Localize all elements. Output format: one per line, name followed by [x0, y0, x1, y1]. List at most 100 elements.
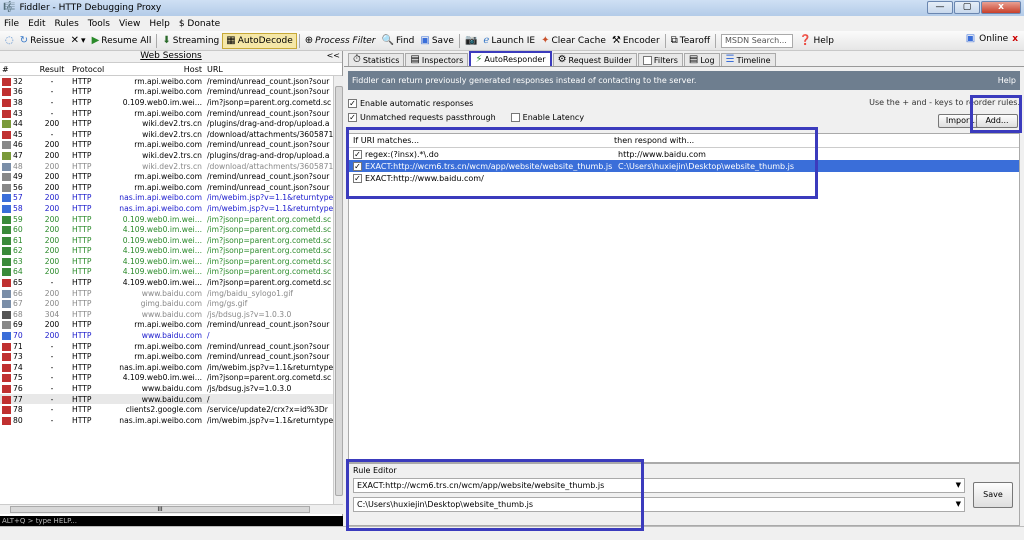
table-row[interactable]: 75 - HTTP 4.109.web0.im.wei... /im?jsonp=par…: [0, 373, 333, 384]
tab-autoresponder[interactable]: ⚡ AutoResponder: [469, 51, 552, 66]
maximize-button[interactable]: ▢: [954, 1, 980, 14]
table-row[interactable]: 71 - HTTP rm.api.weibo.com/remind/unread_co…: [0, 341, 333, 352]
process-filter-button[interactable]: ⊕ Process Filter: [302, 33, 379, 49]
menu-view[interactable]: View: [119, 19, 140, 29]
table-row[interactable]: 77 - HTTP www.baidu.com /: [0, 393, 333, 405]
help-button[interactable]: ❓ Help: [796, 33, 837, 49]
table-row[interactable]: 32 - HTTP rm.api.weibo.com/remind/unread_co…: [0, 76, 333, 87]
menu-tools[interactable]: Tools: [88, 19, 110, 29]
save-button[interactable]: ▣ Save: [417, 33, 457, 49]
menu-donate[interactable]: $ Donate: [179, 19, 220, 29]
table-row[interactable]: 62 200 HTTP 4.109.web0.im.wei... /im?jsonp=p…: [0, 246, 333, 257]
table-row[interactable]: 70 200 HTTP www.baidu.com /: [0, 330, 333, 341]
tab-timeline[interactable]: ☰ Timeline: [720, 53, 776, 66]
encoder-button[interactable]: ⚒ Encoder: [609, 33, 663, 49]
table-row[interactable]: 65 - HTTP 4.109.web0.im.wei... /im?jsonp=par…: [0, 277, 333, 288]
network-icon: ▣: [965, 33, 976, 44]
launch-ie-button[interactable]: ℯ Launch IE: [480, 33, 538, 49]
passthrough-checkbox[interactable]: ✓: [348, 112, 357, 122]
chevron-down-icon[interactable]: ▼: [956, 498, 961, 511]
enable-auto-responses-checkbox[interactable]: ✓: [348, 98, 357, 108]
screenshot-button[interactable]: 📷: [462, 33, 480, 49]
rule-enabled-checkbox[interactable]: ✓: [353, 149, 362, 159]
menu-rules[interactable]: Rules: [55, 19, 79, 29]
resume-all-button[interactable]: ▶ Resume All: [89, 33, 155, 49]
table-row[interactable]: 73 - HTTP rm.api.weibo.com/remind/unread_co…: [0, 351, 333, 362]
table-row[interactable]: 69 200 HTTP rm.api.weibo.com/remind/unread_…: [0, 320, 333, 331]
rule-match-input[interactable]: EXACT:http://wcm6.trs.cn/wcm/app/website…: [353, 478, 965, 493]
tab-request-builder[interactable]: ⚙ Request Builder: [552, 53, 637, 66]
col-id[interactable]: #: [0, 65, 35, 74]
close-button[interactable]: x: [981, 1, 1021, 14]
quickexec-input[interactable]: ALT+Q > type HELP...: [0, 516, 343, 526]
clear-cache-button[interactable]: ✦ Clear Cache: [538, 33, 609, 49]
table-row[interactable]: 60 200 HTTP 4.109.web0.im.wei... /im?jsonp=p…: [0, 224, 333, 235]
table-row[interactable]: 64 200 HTTP 4.109.web0.im.wei... /im?jsonp=p…: [0, 267, 333, 278]
tab-filters[interactable]: Filters: [637, 53, 683, 66]
menu-edit[interactable]: Edit: [28, 19, 45, 29]
table-row[interactable]: 56 200 HTTP rm.api.weibo.com/remind/unread_…: [0, 182, 333, 193]
streaming-button[interactable]: ⬇ Streaming: [159, 33, 222, 49]
enable-auto-responses-option[interactable]: ✓ Enable automatic responses: [348, 96, 584, 110]
minimize-button[interactable]: —: [927, 1, 953, 14]
rule-row[interactable]: ✓ regex:(?insx).*\.do http://www.baidu.com: [349, 148, 1019, 160]
rule-row[interactable]: ✓ EXACT:http://www.baidu.com/: [349, 172, 1019, 184]
table-row[interactable]: 46 200 HTTP rm.api.weibo.com/remind/unread_…: [0, 140, 333, 151]
table-row[interactable]: 45 - HTTP wiki.dev2.trs.cn/download/attachm…: [0, 129, 333, 140]
sessions-vertical-scrollbar[interactable]: [333, 76, 343, 504]
rule-enabled-checkbox[interactable]: ✓: [353, 161, 362, 171]
add-rule-button[interactable]: Add...: [976, 114, 1018, 128]
passthrough-option[interactable]: ✓ Unmatched requests passthrough Enable …: [348, 110, 584, 124]
tearoff-button[interactable]: ⧉ Tearoff: [668, 33, 713, 49]
scroll-thumb[interactable]: [335, 86, 343, 496]
rule-respond-input[interactable]: C:\Users\huxiejin\Desktop\website_thumb.…: [353, 497, 965, 512]
msdn-search-input[interactable]: MSDN Search...: [721, 33, 794, 48]
col-host[interactable]: Host: [109, 65, 205, 74]
col-url[interactable]: URL: [205, 65, 342, 74]
col-then-respond[interactable]: then respond with...: [614, 136, 694, 145]
rule-row[interactable]: ✓ EXACT:http://wcm6.trs.cn/wcm/app/websit…: [349, 160, 1019, 172]
table-row[interactable]: 80 - HTTP nas.im.api.weibo.com/im/webim.jsp…: [0, 415, 333, 426]
find-button[interactable]: 🔍 Find: [378, 33, 417, 49]
tab-statistics[interactable]: ⏱ Statistics: [348, 53, 405, 66]
save-rule-button[interactable]: Save: [973, 482, 1013, 508]
table-row[interactable]: 48 200 HTTP wiki.dev2.trs.cn/download/attac…: [0, 161, 333, 172]
collapse-button[interactable]: <<: [327, 51, 340, 60]
chevron-down-icon[interactable]: ▼: [956, 479, 961, 492]
table-row[interactable]: 74 - HTTP nas.im.api.weibo.com/im/webim.jsp…: [0, 362, 333, 373]
reissue-button[interactable]: ↻ Reissue: [17, 33, 68, 49]
table-row[interactable]: 47 200 HTTP wiki.dev2.trs.cn/plugins/drag-a…: [0, 150, 333, 161]
col-result[interactable]: Result: [35, 65, 69, 74]
table-row[interactable]: 61 200 HTTP 0.109.web0.im.wei... /im?jsonp=p…: [0, 235, 333, 246]
menu-help[interactable]: Help: [149, 19, 170, 29]
table-row[interactable]: 66 200 HTTP www.baidu.com/img/baidu_sylogo1…: [0, 288, 333, 299]
comment-button[interactable]: ◌: [2, 33, 17, 49]
menu-file[interactable]: File: [4, 19, 19, 29]
autodecode-button[interactable]: ▦ AutoDecode: [222, 32, 297, 49]
remove-button[interactable]: ✕ ▾: [68, 33, 89, 49]
table-row[interactable]: 76 - HTTP www.baidu.com/js/bdsug.js?v=1.0.3…: [0, 383, 333, 394]
table-row[interactable]: 59 200 HTTP 0.109.web0.im.wei... /im?jsonp=p…: [0, 214, 333, 225]
col-protocol[interactable]: Protocol: [69, 65, 109, 74]
hscroll-thumb[interactable]: III: [10, 506, 310, 513]
table-row[interactable]: 36 - HTTP rm.api.weibo.com/remind/unread_co…: [0, 87, 333, 98]
table-row[interactable]: 78 - HTTP clients2.google.com/service/updat…: [0, 404, 333, 415]
sessions-horizontal-scrollbar[interactable]: III: [0, 504, 343, 514]
table-row[interactable]: 43 - HTTP rm.api.weibo.com/remind/unread_co…: [0, 108, 333, 119]
rule-enabled-checkbox[interactable]: ✓: [353, 173, 362, 183]
table-row[interactable]: 57 200 HTTP nas.im.api.weibo.com/im/webim.j…: [0, 193, 333, 204]
table-row[interactable]: 49 200 HTTP rm.api.weibo.com/remind/unread_…: [0, 171, 333, 182]
table-row[interactable]: 58 200 HTTP nas.im.api.weibo.com/im/webim.j…: [0, 203, 333, 214]
help-link[interactable]: Help: [998, 71, 1016, 90]
online-close-icon[interactable]: x: [1012, 34, 1018, 44]
table-row[interactable]: 38 - HTTP 0.109.web0.im.wei... /im?jsonp=par…: [0, 97, 333, 108]
table-row[interactable]: 68 304 HTTP www.baidu.com/js/bdsug.js?v=1.0…: [0, 309, 333, 320]
tab-log[interactable]: ▤ Log: [683, 53, 720, 66]
table-row[interactable]: 63 200 HTTP 4.109.web0.im.wei... /im?jsonp=p…: [0, 256, 333, 267]
table-row[interactable]: 67 200 HTTP gimg.baidu.com/img/gs.gif: [0, 298, 333, 309]
online-indicator[interactable]: ▣ Online x: [965, 33, 1018, 45]
col-if-uri-matches[interactable]: If URI matches...: [349, 136, 614, 145]
table-row[interactable]: 44 200 HTTP wiki.dev2.trs.cn/plugins/drag-a…: [0, 118, 333, 129]
latency-checkbox[interactable]: [510, 112, 520, 122]
tab-inspectors[interactable]: ▤ Inspectors: [405, 53, 469, 66]
